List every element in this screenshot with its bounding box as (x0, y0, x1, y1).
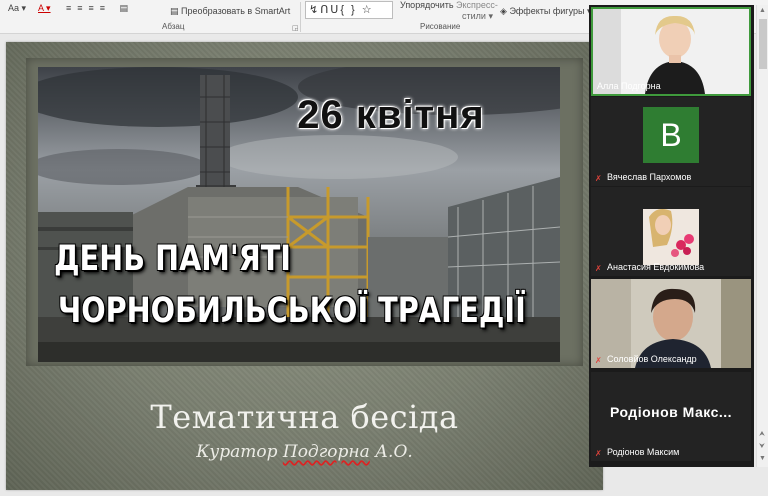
shape-effects-button[interactable]: ◈ Эффекты фигуры ▾ (500, 3, 591, 19)
subtitle-suffix: А.О. (369, 442, 413, 462)
paragraph-group-label: Абзац (162, 22, 185, 31)
participant-tile[interactable]: Родіонов Макс... ✗ Родіонов Максим (591, 372, 751, 461)
participant-name: Родіонов Максим (607, 447, 680, 457)
participant-name: Вячеслав Пархомов (607, 172, 692, 182)
shape-effects-label: Эффекты фигуры (509, 6, 585, 16)
scroll-down-page-icon[interactable]: ⮟ (759, 443, 765, 451)
scroll-down-arrow-icon[interactable]: ▼ (759, 455, 766, 462)
mic-off-icon: ✗ (595, 174, 602, 183)
font-color-label: A (38, 3, 44, 13)
participant-name-row: ✗ Вячеслав Пархомов (595, 172, 691, 183)
avatar: В (643, 107, 699, 163)
slide-title: Тематична бесіда (150, 398, 459, 436)
font-color-button[interactable]: A ▾ (38, 0, 51, 16)
paragraph-dialog-launcher[interactable]: ◲ (292, 24, 299, 32)
vertical-scrollbar[interactable]: ▲ ⮝ ⮟ ▼ (756, 5, 768, 467)
date-heading: 26 квітня (297, 93, 485, 137)
font-size-label: Aa (8, 3, 20, 13)
scroll-up-page-icon[interactable]: ⮝ (759, 431, 765, 439)
express-styles-button[interactable]: стили ▾ (462, 8, 493, 24)
participant-name-row: ✗ Соловйов Олександр (595, 354, 697, 365)
mic-off-icon: ✗ (595, 356, 602, 365)
headline-line1: ДЕНЬ ПАМ'ЯТІ (54, 239, 291, 279)
app-window: Aa ▾ A ▾ ≡≡≡≡ ▤ ▤ Преобразовать в SmartA… (0, 0, 768, 496)
align-buttons[interactable]: ≡≡≡≡ ▤ (66, 0, 134, 16)
participant-tile[interactable]: В ✗ Вячеслав Пархомов (591, 97, 751, 186)
participant-tile[interactable]: ✗ Анастасия Евдокимова (591, 187, 751, 276)
arrange-button[interactable]: Упорядочить (400, 0, 454, 13)
separator (300, 2, 301, 32)
mic-off-icon: ✗ (595, 264, 602, 273)
slide-subtitle: Куратор Подгорна А.О. (6, 442, 603, 462)
subtitle-name: Подгорна (282, 442, 370, 462)
express-styles-line2: стили (462, 11, 486, 21)
font-size-button[interactable]: Aa ▾ (8, 0, 26, 16)
participants-panel: Алла Подгорна В ✗ Вячеслав Пархомов ✗ Анас… (589, 5, 754, 467)
smartart-label: Преобразовать в SmartArt (181, 6, 291, 16)
participant-name: Алла Подгорна (597, 81, 661, 91)
drawing-group-label: Рисование (420, 22, 461, 31)
slide[interactable]: 26 квітня ДЕНЬ ПАМ'ЯТІ ЧОРНОБИЛЬСЬКОЇ ТР… (6, 42, 603, 490)
headline-line2: ЧОРНОБИЛЬСЬКОЇ ТРАГЕДІЇ (58, 291, 526, 331)
participant-name: Анастасия Евдокимова (607, 262, 705, 272)
shapes-gallery[interactable]: ↯ᑎᑌ{ } ☆ (305, 1, 393, 19)
subtitle-prefix: Куратор (196, 442, 283, 462)
participant-name-row: ✗ Анастасия Евдокимова (595, 262, 704, 273)
scroll-up-arrow-icon[interactable]: ▲ (759, 7, 766, 14)
smartart-icon: ▤ (170, 6, 179, 16)
chernobyl-photo: 26 квітня ДЕНЬ ПАМ'ЯТІ ЧОРНОБИЛЬСЬКОЇ ТР… (38, 67, 560, 362)
smartart-button[interactable]: ▤ Преобразовать в SmartArt (170, 3, 290, 19)
participant-name-row: ✗ Родіонов Максим (595, 447, 679, 458)
participant-tile[interactable]: ✗ Соловйов Олександр (591, 279, 751, 368)
scrollbar-thumb[interactable] (759, 19, 767, 69)
participant-name: Соловйов Олександр (607, 354, 697, 364)
participant-tile[interactable]: Алла Подгорна (591, 7, 751, 96)
participant-display-name: Родіонов Макс... (609, 404, 733, 420)
mic-off-icon: ✗ (595, 449, 602, 458)
shape-effects-icon: ◈ (500, 6, 507, 16)
